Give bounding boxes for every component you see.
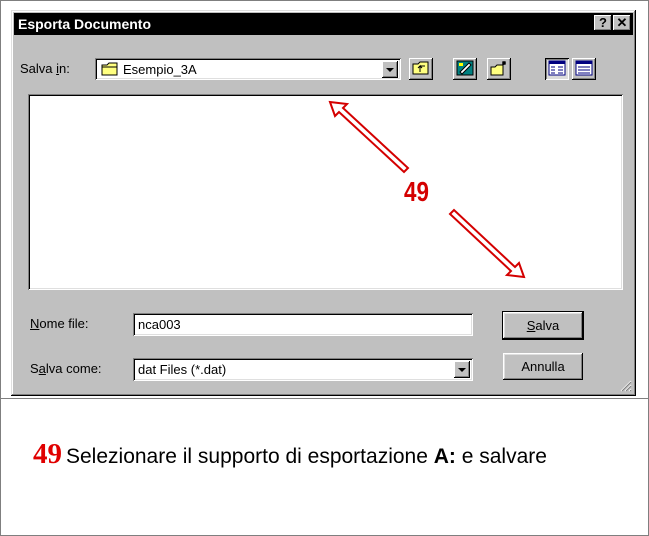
folder-icon [101, 62, 118, 76]
help-icon: ? [599, 15, 607, 30]
save-as-label: Salva come: [30, 361, 102, 376]
caption-drive: A: [433, 445, 456, 468]
caption-text-end: e salvare [455, 445, 547, 468]
caption-text: Selezionare il supporto di esportazione [66, 445, 434, 468]
desktop-icon [456, 60, 474, 76]
save-in-dropdown-arrow[interactable] [382, 61, 398, 78]
cancel-button[interactable]: Annulla [503, 353, 583, 380]
desktop-button[interactable] [453, 58, 477, 80]
save-in-label: Salva in: [20, 61, 70, 76]
new-folder-button[interactable] [487, 58, 511, 80]
annotation-step-number: 49 [404, 176, 429, 207]
new-folder-icon [490, 61, 506, 76]
caption-step-number: 49 [33, 438, 62, 470]
save-button[interactable]: Salva [502, 311, 584, 340]
section-divider [1, 398, 648, 399]
save-as-dropdown-arrow[interactable] [454, 361, 470, 378]
caption: 49 Selezionare il supporto di esportazion… [33, 440, 633, 471]
file-name-input[interactable]: nca003 [133, 313, 473, 336]
dialog-title: Esporta Documento [18, 16, 152, 32]
list-view-button[interactable] [545, 58, 569, 80]
help-button[interactable]: ? [594, 15, 612, 31]
save-in-dropdown[interactable]: Esempio_3A [95, 58, 401, 80]
resize-grip-icon[interactable] [620, 380, 632, 392]
save-as-dropdown[interactable]: dat Files (*.dat) [133, 358, 473, 381]
up-folder-icon [412, 61, 429, 75]
file-list[interactable] [28, 94, 623, 290]
export-dialog: Esporta Documento ? ✕ Salva in: Esempio_… [11, 10, 636, 396]
close-icon: ✕ [616, 15, 628, 30]
up-one-level-button[interactable] [409, 58, 433, 80]
details-view-button[interactable] [572, 58, 596, 80]
list-view-icon [548, 60, 566, 76]
close-button[interactable]: ✕ [613, 15, 631, 31]
details-view-icon [575, 60, 593, 76]
file-name-label: Nome file: [30, 316, 89, 331]
title-bar: Esporta Documento ? ✕ [14, 13, 633, 35]
